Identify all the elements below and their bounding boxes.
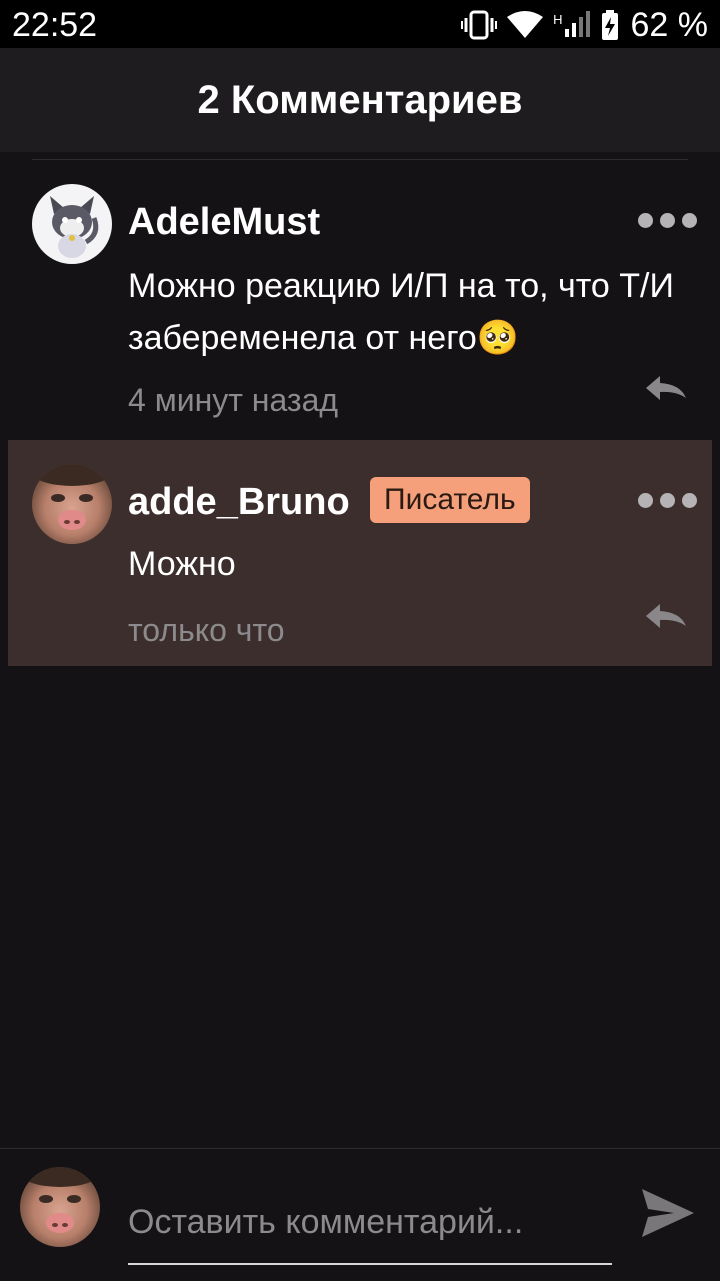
more-options-icon[interactable]	[638, 493, 697, 508]
battery-percent: 62 %	[630, 6, 709, 44]
reply-icon[interactable]	[644, 602, 688, 630]
comment-item: adde_Bruno Писатель Можно только что	[8, 440, 712, 666]
comments-header: 2 Комментариев	[0, 48, 720, 152]
battery-charging-icon	[601, 10, 618, 40]
wifi-icon	[507, 11, 544, 38]
user-avatar[interactable]	[20, 1167, 100, 1247]
comment-time: только что	[128, 612, 285, 648]
comment-text: Можно	[128, 545, 236, 583]
comment-input-wrapper	[128, 1187, 612, 1265]
send-icon[interactable]	[640, 1187, 696, 1239]
face-avatar[interactable]	[32, 464, 112, 544]
status-icons: H 62 %	[461, 6, 708, 44]
comment-time: 4 минут назад	[128, 382, 339, 418]
vibrate-icon	[461, 10, 498, 40]
comment-username[interactable]: adde_Bruno	[128, 480, 350, 524]
more-options-icon[interactable]	[638, 213, 697, 228]
writer-badge: Писатель	[370, 477, 530, 523]
reply-icon[interactable]	[644, 374, 688, 402]
comment-item: AdeleMust Можно реакцию И/П на то, что Т…	[0, 160, 720, 438]
network-type-label: H	[553, 12, 563, 27]
status-time: 22:52	[12, 6, 98, 44]
signal-icon	[564, 11, 590, 37]
page-title: 2 Комментариев	[197, 77, 523, 122]
comment-composer	[0, 1148, 720, 1281]
status-bar: 22:52 H 62 %	[0, 0, 720, 48]
cat-avatar[interactable]	[32, 184, 112, 264]
comment-text: Можно реакцию И/П на то, что Т/И заберем…	[128, 267, 674, 357]
comment-input[interactable]	[128, 1187, 612, 1257]
comment-username[interactable]: AdeleMust	[128, 200, 320, 244]
